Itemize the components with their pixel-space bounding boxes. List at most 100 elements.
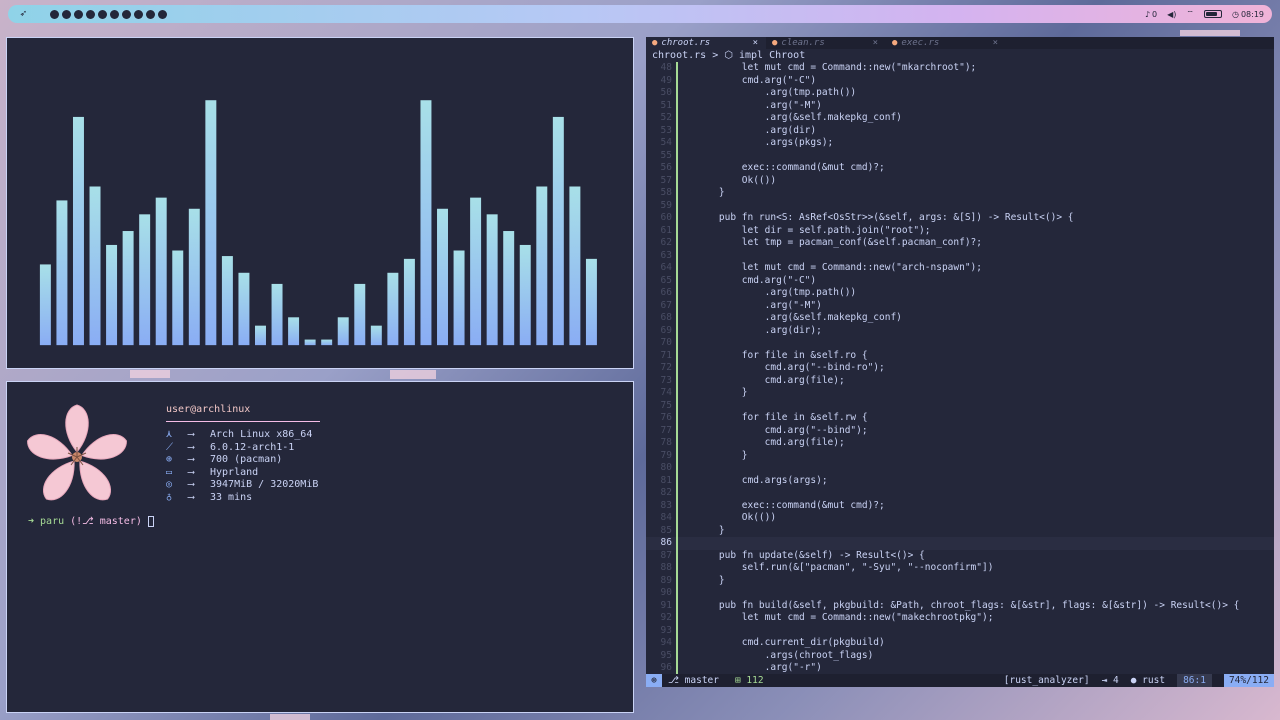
code-line[interactable]: 73 cmd.arg(file);: [646, 374, 1274, 387]
code-line[interactable]: 62 let tmp = pacman_conf(&self.pacman_co…: [646, 237, 1274, 250]
visualizer-bar: [354, 283, 366, 346]
code-line[interactable]: 80: [646, 462, 1274, 475]
code-line[interactable]: 96 .arg("-r"): [646, 662, 1274, 674]
code-text: exec::command(&mut cmd)?;: [696, 499, 885, 511]
close-icon[interactable]: ×: [873, 38, 878, 48]
workspace-button[interactable]: [122, 9, 131, 19]
code-line[interactable]: 88 self.run(&["pacman", "-Syu", "--nocon…: [646, 562, 1274, 575]
workspace-button[interactable]: [86, 9, 95, 19]
visualizer-bar: [172, 250, 184, 346]
code-line[interactable]: 53 .arg(dir): [646, 124, 1274, 137]
git-gutter-mark: [676, 74, 678, 87]
wallpaper-pixel: [130, 370, 170, 378]
code-line[interactable]: 49 cmd.arg("-C"): [646, 74, 1274, 87]
code-line[interactable]: 67 .arg("-M"): [646, 299, 1274, 312]
git-gutter-mark: [676, 649, 678, 662]
git-gutter-mark: [676, 187, 678, 200]
terminal-cursor[interactable]: [147, 516, 154, 527]
visualizer-bar: [238, 272, 250, 346]
editor-tab[interactable]: ● exec.rs ×: [886, 37, 1006, 49]
code-line[interactable]: 77 cmd.arg("--bind");: [646, 424, 1274, 437]
code-line[interactable]: 84 Ok(()): [646, 512, 1274, 525]
workspace-button[interactable]: [110, 9, 119, 19]
workspace-button[interactable]: [158, 9, 167, 19]
workspace-button[interactable]: [98, 9, 107, 19]
close-icon[interactable]: ×: [993, 38, 998, 48]
code-line[interactable]: 94 cmd.current_dir(pkgbuild): [646, 637, 1274, 650]
breadcrumb[interactable]: chroot.rs > ⬡ impl Chroot: [652, 49, 805, 62]
audio-visualizer-window[interactable]: [6, 37, 634, 369]
code-line[interactable]: 58 }: [646, 187, 1274, 200]
code-line[interactable]: 92 let mut cmd = Command::new("makechroo…: [646, 612, 1274, 625]
visualizer-bar: [122, 231, 134, 346]
code-editor-window[interactable]: ● chroot.rs × ● clean.rs × ● exec.rs × chroot.rs…: [646, 37, 1274, 687]
code-line[interactable]: 56 exec::command(&mut cmd)?;: [646, 162, 1274, 175]
code-line[interactable]: 57 Ok(()): [646, 174, 1274, 187]
code-line[interactable]: 54 .args(pkgs);: [646, 137, 1274, 150]
code-line[interactable]: 50 .arg(tmp.path()): [646, 87, 1274, 100]
line-number: 58: [660, 187, 672, 198]
code-line[interactable]: 63: [646, 249, 1274, 262]
visualizer-bar: [89, 186, 101, 346]
visualizer-bar: [255, 325, 266, 346]
notification-indicator[interactable]: ♪ 0: [1145, 10, 1157, 19]
code-line[interactable]: 76 for file in &self.rw {: [646, 412, 1274, 425]
workspace-button[interactable]: [74, 9, 83, 19]
rocket-icon[interactable]: ➶: [16, 7, 30, 21]
code-area[interactable]: 48 let mut cmd = Command::new("mkarchroo…: [646, 62, 1274, 674]
code-text: cmd.arg("-C"): [696, 274, 817, 286]
git-gutter-mark: [676, 612, 678, 625]
clock-icon: ◷: [1231, 9, 1239, 19]
line-number: 53: [660, 124, 672, 136]
visualizer-bar: [155, 197, 167, 346]
code-text: .arg(tmp.path()): [696, 287, 857, 298]
code-line[interactable]: 89 }: [646, 574, 1274, 587]
workspace-button[interactable]: [146, 9, 155, 19]
wifi-icon[interactable]: ⌔: [1186, 9, 1194, 19]
code-line[interactable]: 78 cmd.arg(file);: [646, 437, 1274, 450]
code-line[interactable]: 83 exec::command(&mut cmd)?;: [646, 499, 1274, 512]
code-line[interactable]: 60 pub fn run<S: AsRef<OsStr>>(&self, ar…: [646, 212, 1274, 225]
code-line[interactable]: 61 let dir = self.path.join("root");: [646, 224, 1274, 237]
arrow-icon: ⟶: [188, 491, 195, 503]
code-line[interactable]: 87 pub fn update(&self) -> Result<()> {: [646, 549, 1274, 562]
code-line[interactable]: 65 cmd.arg("-C"): [646, 274, 1274, 287]
close-icon[interactable]: ×: [753, 38, 758, 48]
workspace-button[interactable]: [134, 9, 143, 19]
code-line[interactable]: 93: [646, 624, 1274, 637]
code-line[interactable]: 79 }: [646, 449, 1274, 462]
code-line[interactable]: 72 cmd.arg("--bind-ro");: [646, 362, 1274, 375]
git-gutter-mark: [676, 262, 678, 275]
line-number: 68: [660, 312, 672, 323]
editor-tab[interactable]: ● clean.rs ×: [766, 37, 886, 49]
volume-icon[interactable]: ◀): [1167, 10, 1176, 19]
code-text: .arg(&self.makepkg_conf): [696, 112, 902, 123]
workspace-button[interactable]: [50, 9, 59, 19]
code-line[interactable]: 59: [646, 199, 1274, 212]
code-line[interactable]: 91 pub fn build(&self, pkgbuild: &Path, …: [646, 599, 1274, 612]
line-number: 49: [660, 74, 672, 86]
code-line[interactable]: 48 let mut cmd = Command::new("mkarchroo…: [646, 62, 1274, 75]
code-line[interactable]: 66 .arg(tmp.path()): [646, 287, 1274, 300]
fetch-info-value: 33 mins: [210, 491, 253, 503]
code-line[interactable]: 55: [646, 149, 1274, 162]
code-line[interactable]: 64 let mut cmd = Command::new("arch-nspa…: [646, 262, 1274, 275]
code-line[interactable]: 71 for file in &self.ro {: [646, 349, 1274, 362]
code-line[interactable]: 68 .arg(&self.makepkg_conf): [646, 312, 1274, 325]
code-line[interactable]: 86: [646, 537, 1274, 550]
fetch-info-value: Arch Linux x86_64: [210, 429, 313, 440]
code-line[interactable]: 95 .args(chroot_flags): [646, 649, 1274, 662]
code-line[interactable]: 81 cmd.args(args);: [646, 474, 1274, 487]
code-line[interactable]: 75: [646, 399, 1274, 412]
workspace-button[interactable]: [62, 9, 71, 19]
code-line[interactable]: 52 .arg(&self.makepkg_conf): [646, 112, 1274, 125]
code-line[interactable]: 51 .arg("-M"): [646, 99, 1274, 112]
code-line[interactable]: 82: [646, 487, 1274, 500]
editor-tab[interactable]: ● chroot.rs ×: [646, 37, 766, 49]
code-line[interactable]: 70: [646, 337, 1274, 350]
code-line[interactable]: 69 .arg(dir);: [646, 324, 1274, 337]
code-line[interactable]: 90: [646, 587, 1274, 600]
status-line: ⊛ ⎇ master ⊞ 112 [rust_analyzer] ⇥ 4 ● r…: [646, 674, 1274, 687]
code-line[interactable]: 85 }: [646, 524, 1274, 537]
code-line[interactable]: 74 }: [646, 387, 1274, 400]
